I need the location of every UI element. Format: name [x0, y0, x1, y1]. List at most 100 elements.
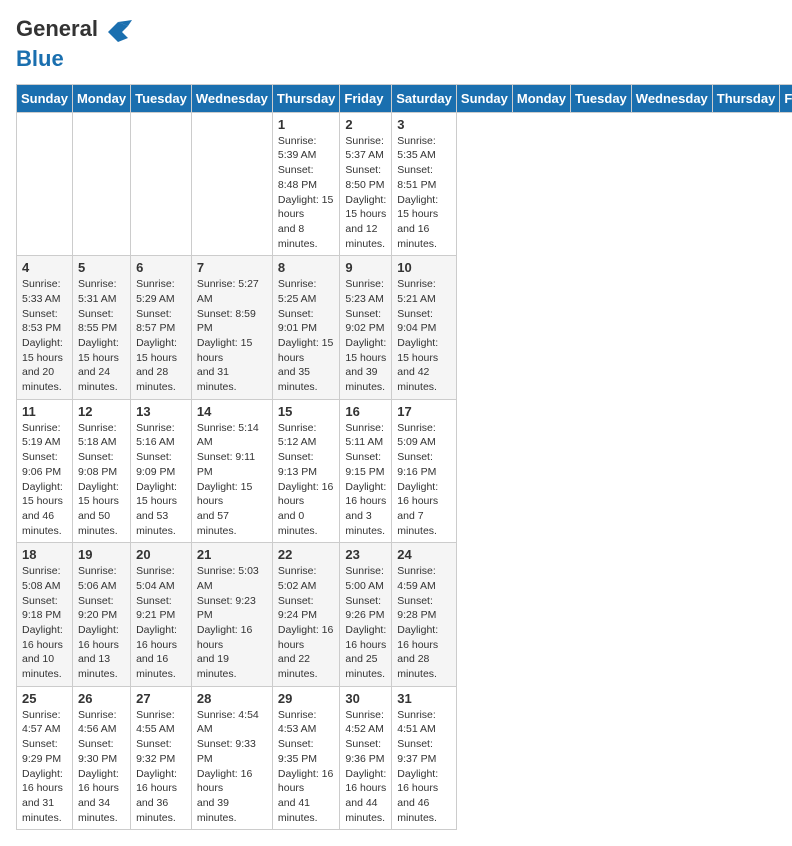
logo-general: General — [16, 16, 98, 41]
day-cell: 27 Sunrise: 4:55 AM Sunset: 9:32 PM Dayli… — [131, 686, 192, 830]
day-cell: 19Sunrise: 5:06 AM Sunset: 9:20 PM Dayli… — [72, 543, 130, 687]
day-info: Sunrise: 5:31 AM Sunset: 8:55 PM Dayligh… — [78, 277, 125, 395]
col-header-sunday: Sunday — [17, 84, 73, 112]
day-cell — [72, 112, 130, 256]
day-info: Sunrise: 5:11 AM Sunset: 9:15 PM Dayligh… — [345, 421, 386, 539]
day-cell: 12 Sunrise: 5:18 AM Sunset: 9:08 PM Dayli… — [72, 399, 130, 543]
day-number: 30 — [345, 691, 386, 706]
col-header-wednesday: Wednesday — [631, 84, 712, 112]
col-header-monday: Monday — [72, 84, 130, 112]
day-number: 21 — [197, 547, 267, 562]
day-info: Sunrise: 4:53 AM Sunset: 9:35 PM Dayligh… — [278, 708, 335, 826]
day-info: Sunrise: 5:21 AM Sunset: 9:04 PM Dayligh… — [397, 277, 451, 395]
day-info: Sunrise: 5:16 AM Sunset: 9:09 PM Dayligh… — [136, 421, 186, 539]
day-number: 25 — [22, 691, 67, 706]
day-info: Sunrise: 5:29 AM Sunset: 8:57 PM Dayligh… — [136, 277, 186, 395]
day-number: 3 — [397, 117, 451, 132]
logo: General Blue — [16, 16, 132, 72]
day-number: 17 — [397, 404, 451, 419]
day-info: Sunrise: 5:06 AM Sunset: 9:20 PM Dayligh… — [78, 564, 125, 682]
day-number: 28 — [197, 691, 267, 706]
day-info: Sunrise: 5:37 AM Sunset: 8:50 PM Dayligh… — [345, 134, 386, 252]
day-cell — [17, 112, 73, 256]
page-header: General Blue — [16, 16, 776, 72]
day-number: 4 — [22, 260, 67, 275]
day-number: 26 — [78, 691, 125, 706]
col-header-thursday: Thursday — [712, 84, 780, 112]
day-number: 13 — [136, 404, 186, 419]
day-cell: 30 Sunrise: 4:52 AM Sunset: 9:36 PM Dayli… — [340, 686, 392, 830]
day-cell: 4 Sunrise: 5:33 AM Sunset: 8:53 PM Daylig… — [17, 256, 73, 400]
day-cell: 18Sunrise: 5:08 AM Sunset: 9:18 PM Dayli… — [17, 543, 73, 687]
day-number: 6 — [136, 260, 186, 275]
col-header-saturday: Saturday — [392, 84, 457, 112]
day-cell: 10 Sunrise: 5:21 AM Sunset: 9:04 PM Dayli… — [392, 256, 457, 400]
day-cell: 3Sunrise: 5:35 AM Sunset: 8:51 PM Daylig… — [392, 112, 457, 256]
day-number: 7 — [197, 260, 267, 275]
day-number: 1 — [278, 117, 335, 132]
day-cell: 31Sunrise: 4:51 AM Sunset: 9:37 PM Dayli… — [392, 686, 457, 830]
day-cell: 29 Sunrise: 4:53 AM Sunset: 9:35 PM Dayli… — [272, 686, 340, 830]
day-info: Sunrise: 5:09 AM Sunset: 9:16 PM Dayligh… — [397, 421, 451, 539]
col-header-friday: Friday — [780, 84, 792, 112]
day-cell: 16Sunrise: 5:11 AM Sunset: 9:15 PM Dayli… — [340, 399, 392, 543]
day-number: 11 — [22, 404, 67, 419]
day-info: Sunrise: 5:18 AM Sunset: 9:08 PM Dayligh… — [78, 421, 125, 539]
day-cell: 1 Sunrise: 5:39 AM Sunset: 8:48 PM Daylig… — [272, 112, 340, 256]
day-cell: 8Sunrise: 5:25 AM Sunset: 9:01 PM Daylig… — [272, 256, 340, 400]
day-info: Sunrise: 5:39 AM Sunset: 8:48 PM Dayligh… — [278, 134, 335, 252]
day-info: Sunrise: 4:52 AM Sunset: 9:36 PM Dayligh… — [345, 708, 386, 826]
logo-text: General Blue — [16, 16, 132, 72]
day-cell — [191, 112, 272, 256]
week-row-3: 11 Sunrise: 5:19 AM Sunset: 9:06 PM Dayli… — [17, 399, 792, 543]
header-row: SundayMondayTuesdayWednesdayThursdayFrid… — [17, 84, 792, 112]
day-info: Sunrise: 5:00 AM Sunset: 9:26 PM Dayligh… — [345, 564, 386, 682]
day-cell: 2 Sunrise: 5:37 AM Sunset: 8:50 PM Daylig… — [340, 112, 392, 256]
day-info: Sunrise: 5:03 AM Sunset: 9:23 PM Dayligh… — [197, 564, 267, 682]
day-cell: 28 Sunrise: 4:54 AM Sunset: 9:33 PM Dayli… — [191, 686, 272, 830]
day-cell: 13 Sunrise: 5:16 AM Sunset: 9:09 PM Dayli… — [131, 399, 192, 543]
day-number: 29 — [278, 691, 335, 706]
day-cell: 17 Sunrise: 5:09 AM Sunset: 9:16 PM Dayli… — [392, 399, 457, 543]
day-number: 31 — [397, 691, 451, 706]
col-header-tuesday: Tuesday — [571, 84, 632, 112]
week-row-4: 18Sunrise: 5:08 AM Sunset: 9:18 PM Dayli… — [17, 543, 792, 687]
week-row-5: 25Sunrise: 4:57 AM Sunset: 9:29 PM Dayli… — [17, 686, 792, 830]
day-cell: 23 Sunrise: 5:00 AM Sunset: 9:26 PM Dayli… — [340, 543, 392, 687]
day-info: Sunrise: 4:55 AM Sunset: 9:32 PM Dayligh… — [136, 708, 186, 826]
day-info: Sunrise: 4:54 AM Sunset: 9:33 PM Dayligh… — [197, 708, 267, 826]
day-cell: 21 Sunrise: 5:03 AM Sunset: 9:23 PM Dayli… — [191, 543, 272, 687]
day-number: 5 — [78, 260, 125, 275]
day-number: 12 — [78, 404, 125, 419]
day-number: 2 — [345, 117, 386, 132]
day-cell: 14Sunrise: 5:14 AM Sunset: 9:11 PM Dayli… — [191, 399, 272, 543]
day-number: 10 — [397, 260, 451, 275]
day-cell: 7 Sunrise: 5:27 AM Sunset: 8:59 PM Daylig… — [191, 256, 272, 400]
day-cell: 5 Sunrise: 5:31 AM Sunset: 8:55 PM Daylig… — [72, 256, 130, 400]
day-info: Sunrise: 5:08 AM Sunset: 9:18 PM Dayligh… — [22, 564, 67, 682]
col-header-tuesday: Tuesday — [131, 84, 192, 112]
day-cell: 9 Sunrise: 5:23 AM Sunset: 9:02 PM Daylig… — [340, 256, 392, 400]
day-number: 9 — [345, 260, 386, 275]
day-cell: 20Sunrise: 5:04 AM Sunset: 9:21 PM Dayli… — [131, 543, 192, 687]
day-info: Sunrise: 5:27 AM Sunset: 8:59 PM Dayligh… — [197, 277, 267, 395]
day-cell: 26Sunrise: 4:56 AM Sunset: 9:30 PM Dayli… — [72, 686, 130, 830]
day-cell: 22Sunrise: 5:02 AM Sunset: 9:24 PM Dayli… — [272, 543, 340, 687]
week-row-1: 1 Sunrise: 5:39 AM Sunset: 8:48 PM Daylig… — [17, 112, 792, 256]
day-info: Sunrise: 4:59 AM Sunset: 9:28 PM Dayligh… — [397, 564, 451, 682]
day-info: Sunrise: 5:23 AM Sunset: 9:02 PM Dayligh… — [345, 277, 386, 395]
day-info: Sunrise: 5:14 AM Sunset: 9:11 PM Dayligh… — [197, 421, 267, 539]
day-cell: 24 Sunrise: 4:59 AM Sunset: 9:28 PM Dayli… — [392, 543, 457, 687]
col-header-sunday: Sunday — [456, 84, 512, 112]
col-header-monday: Monday — [512, 84, 570, 112]
day-number: 8 — [278, 260, 335, 275]
day-cell: 25Sunrise: 4:57 AM Sunset: 9:29 PM Dayli… — [17, 686, 73, 830]
day-number: 23 — [345, 547, 386, 562]
day-number: 27 — [136, 691, 186, 706]
day-number: 24 — [397, 547, 451, 562]
logo-blue: Blue — [16, 46, 64, 71]
day-info: Sunrise: 5:33 AM Sunset: 8:53 PM Dayligh… — [22, 277, 67, 395]
day-info: Sunrise: 5:19 AM Sunset: 9:06 PM Dayligh… — [22, 421, 67, 539]
day-info: Sunrise: 5:02 AM Sunset: 9:24 PM Dayligh… — [278, 564, 335, 682]
logo-bird-icon — [104, 18, 132, 46]
